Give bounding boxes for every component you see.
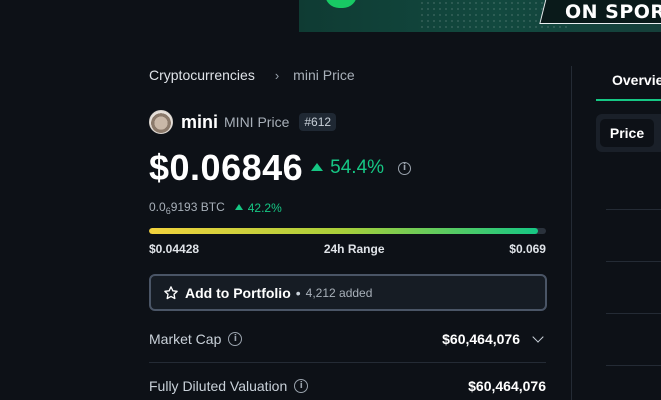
price-change-value: 54.4% bbox=[330, 157, 385, 178]
range-labels: $0.04428 24h Range $0.069 bbox=[149, 242, 546, 258]
coin-logo bbox=[149, 110, 173, 134]
banner-text: ON SPOR bbox=[565, 1, 661, 23]
btc-price-row: 0.069193 BTC 42.2% bbox=[149, 200, 282, 216]
separator-dot: • bbox=[295, 284, 301, 301]
current-price: $0.06846 bbox=[149, 147, 304, 188]
btc-change: 42.2% bbox=[234, 201, 282, 215]
portfolio-label: Add to Portfolio bbox=[185, 284, 291, 301]
column-divider bbox=[571, 66, 572, 400]
coin-header: mini MINI Price #612 bbox=[149, 110, 337, 134]
range-low: $0.04428 bbox=[149, 242, 200, 256]
divider bbox=[606, 261, 661, 262]
fdv-value: $60,464,076 bbox=[468, 378, 546, 394]
active-tab-indicator bbox=[596, 99, 661, 101]
market-cap-row[interactable]: Market Cap i $60,464,076 bbox=[149, 327, 546, 351]
info-icon[interactable]: i bbox=[294, 379, 309, 393]
divider bbox=[606, 365, 661, 366]
price-toggle-button[interactable]: Price bbox=[600, 119, 654, 147]
market-cap-label: Market Cap i bbox=[149, 331, 243, 347]
btc-change-value: 42.2% bbox=[247, 201, 282, 215]
range-bar bbox=[149, 228, 546, 234]
chevron-down-icon[interactable] bbox=[532, 331, 544, 343]
triangle-up-icon bbox=[234, 204, 243, 210]
info-icon[interactable]: i bbox=[228, 332, 243, 346]
portfolio-added-count: 4,212 added bbox=[305, 285, 373, 300]
triangle-up-icon bbox=[311, 163, 324, 171]
range-high: $0.069 bbox=[509, 242, 546, 256]
star-icon bbox=[164, 285, 178, 299]
add-to-portfolio-button[interactable]: Add to Portfolio • 4,212 added bbox=[149, 274, 547, 311]
range-fill bbox=[149, 228, 539, 234]
chevron-right-icon: › bbox=[274, 67, 280, 83]
market-cap-value: $60,464,076 bbox=[442, 331, 546, 347]
breadcrumb-cryptocurrencies[interactable]: Cryptocurrencies bbox=[149, 67, 255, 83]
fdv-row: Fully Diluted Valuation i $60,464,076 bbox=[149, 374, 546, 398]
info-icon[interactable]: i bbox=[398, 161, 412, 175]
btc-price: 0.069193 BTC bbox=[149, 200, 225, 216]
coin-subtitle: MINI Price bbox=[224, 114, 290, 130]
range-label: 24h Range bbox=[323, 242, 385, 256]
price-change: 54.4% bbox=[311, 157, 384, 179]
price-row: $0.06846 54.4% i bbox=[149, 146, 412, 190]
breadcrumb: Cryptocurrencies › mini Price bbox=[149, 66, 355, 84]
divider bbox=[606, 313, 661, 314]
fdv-label: Fully Diluted Valuation i bbox=[149, 378, 309, 394]
divider bbox=[149, 362, 546, 363]
coin-name: mini bbox=[181, 111, 219, 132]
divider bbox=[606, 209, 661, 210]
breadcrumb-current: mini Price bbox=[293, 67, 355, 83]
tab-overview[interactable]: Overview bbox=[612, 72, 661, 88]
promo-banner[interactable]: ON SPOR bbox=[299, 0, 661, 32]
rank-badge: #612 bbox=[299, 113, 337, 131]
shield-icon bbox=[325, 0, 357, 8]
